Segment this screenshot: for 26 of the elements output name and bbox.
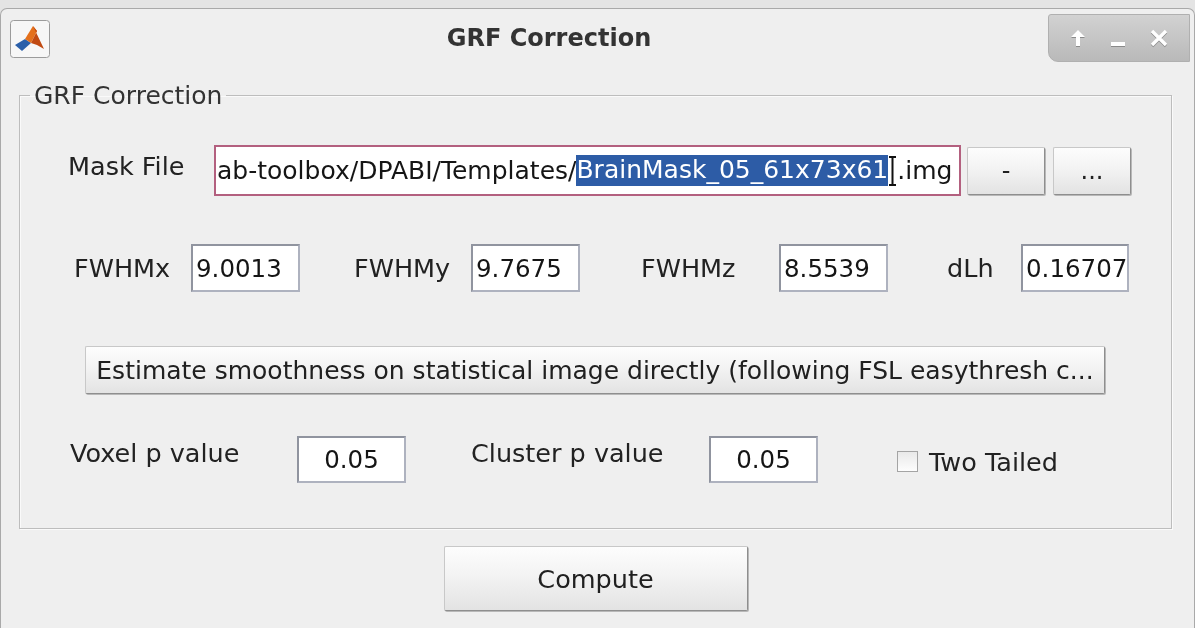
window-title: GRF Correction [445,24,653,52]
number-field[interactable]: 0.16707 [1021,244,1129,292]
number-field[interactable]: 9.7675 [471,244,580,292]
number-field[interactable]: 0.05 [297,436,406,483]
field-label: dLh [947,253,995,283]
app-logo-icon [10,20,50,58]
text-cursor-icon [888,155,898,186]
checkbox-label[interactable]: Two Tailed [929,446,1058,477]
number-field[interactable]: 0.05 [709,436,818,483]
field-label: Voxel p value [70,437,241,468]
file-path-field[interactable]: ab-toolbox/DPABI/Templates/BrainMask_05_61x73x61 .img [214,145,961,196]
close-icon[interactable] [1150,29,1169,47]
field-label: FWHMy [354,253,452,283]
group-title: GRF Correction [33,81,224,110]
browse-button[interactable]: ... [1053,146,1131,195]
field-label: Mask File [68,150,186,181]
checkbox[interactable] [897,451,918,472]
number-field[interactable]: 9.0013 [191,244,300,292]
compute-button[interactable]: Compute [443,546,748,611]
field-label: Cluster p value [471,437,665,468]
up-arrow-icon[interactable] [1069,29,1086,47]
field-label: FWHMz [641,253,737,283]
number-field[interactable]: 8.5539 [779,244,888,292]
remove-button[interactable]: - [967,146,1045,195]
estimate-button[interactable]: Estimate smoothness on statistical image directly (following FSL easythresh c... [85,346,1105,394]
field-label: FWHMx [74,253,172,283]
